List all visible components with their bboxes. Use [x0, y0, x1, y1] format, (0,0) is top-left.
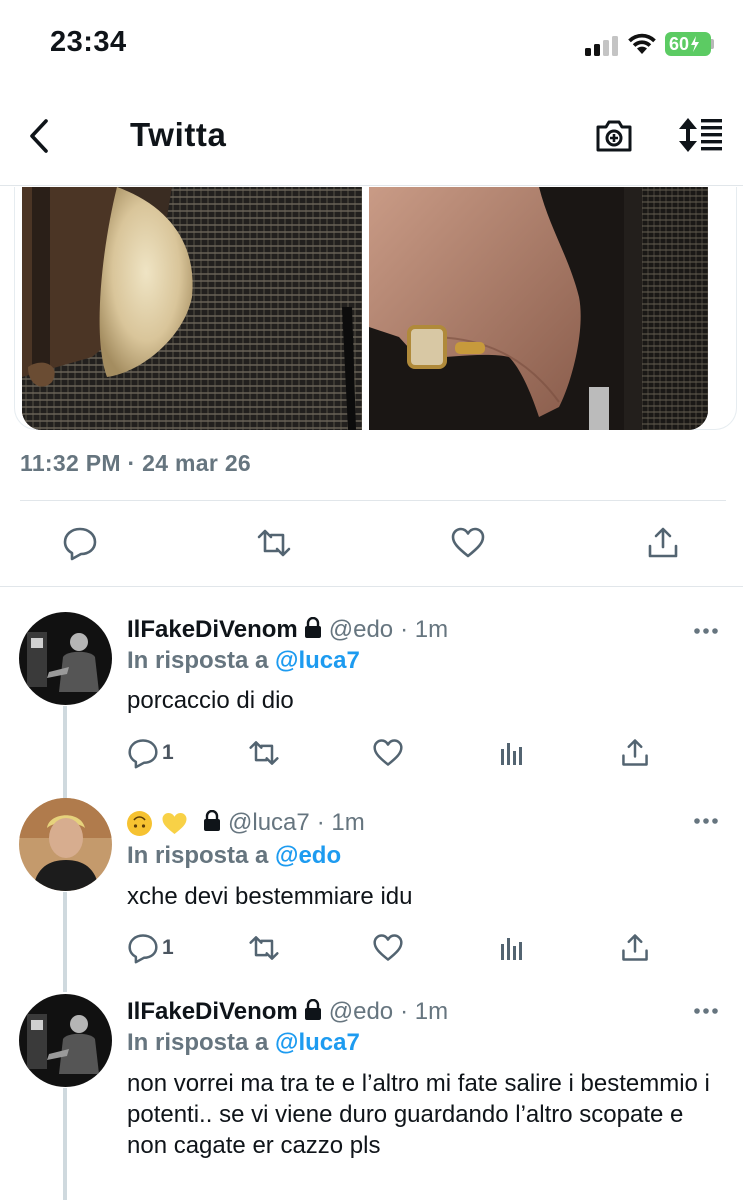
- display-name[interactable]: IlFakeDiVenom: [127, 616, 298, 644]
- reply-header: IlFakeDiVenom @edo · 1m: [127, 616, 448, 644]
- avatar[interactable]: [19, 798, 112, 891]
- chevron-left-icon: [30, 119, 48, 153]
- reply-context: In risposta a @edo: [127, 842, 341, 870]
- reply-text: xche devi bestemmiare idu: [127, 883, 413, 910]
- avatar[interactable]: [19, 612, 112, 705]
- more-dots-icon: [694, 628, 718, 634]
- status-time: 23:34: [50, 26, 127, 58]
- battery-tip: [711, 39, 714, 49]
- reply-time: · 1m: [400, 998, 449, 1025]
- like-button[interactable]: [372, 737, 404, 769]
- sort-lines-icon: [679, 118, 722, 152]
- lock-icon: [202, 810, 222, 832]
- reply-count: 1: [162, 741, 174, 764]
- avatar[interactable]: [19, 994, 112, 1087]
- reply-context: In risposta a @luca7: [127, 647, 360, 675]
- wifi-icon: [626, 30, 658, 56]
- reply-text: non vorrei ma tra te e l’altro mi fate s…: [127, 1070, 710, 1159]
- cellular-signal-icon: [585, 34, 621, 56]
- more-options-button[interactable]: [692, 816, 722, 826]
- more-dots-icon: [694, 818, 718, 824]
- reply-action-bar: 1: [0, 932, 743, 968]
- user-handle[interactable]: @edo: [329, 998, 393, 1026]
- heart-icon: [451, 527, 485, 558]
- retweet-icon: [249, 936, 279, 960]
- share-button[interactable]: [619, 737, 651, 769]
- analytics-icon: [501, 938, 522, 960]
- tweet-media[interactable]: [22, 187, 708, 430]
- share-button[interactable]: [619, 932, 651, 964]
- reply-tweet[interactable]: @luca7 · 1m In risposta a @edo xche devi…: [0, 796, 743, 986]
- retweet-button[interactable]: [256, 525, 292, 561]
- divider: [20, 500, 726, 501]
- mention-link[interactable]: @edo: [275, 842, 341, 869]
- battery-level: 60: [669, 33, 690, 54]
- reply-icon: [128, 739, 158, 769]
- retweet-icon: [257, 529, 291, 557]
- analytics-icon: [501, 743, 522, 765]
- share-icon: [622, 739, 648, 766]
- reply-button[interactable]: [127, 737, 159, 769]
- camera-button[interactable]: [594, 118, 634, 154]
- mention-link[interactable]: @luca7: [275, 1029, 360, 1056]
- reply-button[interactable]: [62, 525, 98, 561]
- analytics-button[interactable]: [496, 932, 528, 964]
- reply-header: IlFakeDiVenom @edo · 1m: [127, 998, 448, 1026]
- sort-button[interactable]: [676, 116, 724, 154]
- retweet-icon: [249, 741, 279, 765]
- back-button[interactable]: [24, 116, 56, 156]
- display-name[interactable]: IlFakeDiVenom: [127, 998, 298, 1026]
- like-button[interactable]: [372, 932, 404, 964]
- fur-coat-photo[interactable]: [22, 187, 362, 430]
- user-handle[interactable]: @luca7: [228, 809, 310, 837]
- more-options-button[interactable]: [692, 626, 722, 636]
- lock-icon: [303, 999, 323, 1021]
- reply-header: @luca7 · 1m: [127, 809, 365, 837]
- yellow-heart-emoji: [161, 811, 188, 836]
- battery-indicator: 60: [665, 32, 711, 56]
- top-nav-bar: Twitta: [0, 88, 743, 186]
- lock-icon: [303, 617, 323, 639]
- reply-action-bar: 1: [0, 737, 743, 773]
- reply-button[interactable]: [127, 932, 159, 964]
- share-icon: [648, 527, 678, 558]
- reply-prefix: In risposta a: [127, 842, 269, 869]
- charging-bolt-icon: [691, 36, 700, 52]
- tweet-timestamp[interactable]: 11:32 PM · 24 mar 26: [20, 450, 251, 477]
- upside-down-face-emoji: [127, 810, 152, 836]
- more-options-button[interactable]: [692, 1006, 722, 1016]
- reply-time: · 1m: [400, 616, 449, 643]
- user-handle[interactable]: @edo: [329, 616, 393, 644]
- reply-prefix: In risposta a: [127, 1029, 269, 1056]
- retweet-button[interactable]: [248, 737, 280, 769]
- share-icon: [622, 934, 648, 961]
- page-title: Twitta: [130, 116, 227, 153]
- reply-tweet[interactable]: IlFakeDiVenom @edo · 1m In risposta a @l…: [0, 992, 743, 1200]
- like-button[interactable]: [450, 525, 486, 561]
- tweet-action-bar: [0, 520, 743, 568]
- mention-link[interactable]: @luca7: [275, 647, 360, 674]
- reply-context: In risposta a @luca7: [127, 1029, 360, 1057]
- heart-icon: [373, 739, 403, 766]
- divider: [0, 586, 743, 587]
- status-bar: 23:34 60: [0, 0, 743, 88]
- reply-icon: [128, 934, 158, 964]
- reply-count: 1: [162, 936, 174, 959]
- ring-hand-photo[interactable]: [369, 187, 708, 430]
- reply-prefix: In risposta a: [127, 647, 269, 674]
- reply-icon: [63, 527, 97, 561]
- retweet-button[interactable]: [248, 932, 280, 964]
- reply-time: · 1m: [316, 809, 365, 836]
- share-button[interactable]: [645, 525, 681, 561]
- heart-icon: [373, 934, 403, 961]
- reply-text: porcaccio di dio: [127, 687, 294, 714]
- camera-plus-icon: [596, 120, 632, 152]
- reply-tweet[interactable]: IlFakeDiVenom @edo · 1m In risposta a @l…: [0, 600, 743, 790]
- more-dots-icon: [694, 1008, 718, 1014]
- analytics-button[interactable]: [496, 737, 528, 769]
